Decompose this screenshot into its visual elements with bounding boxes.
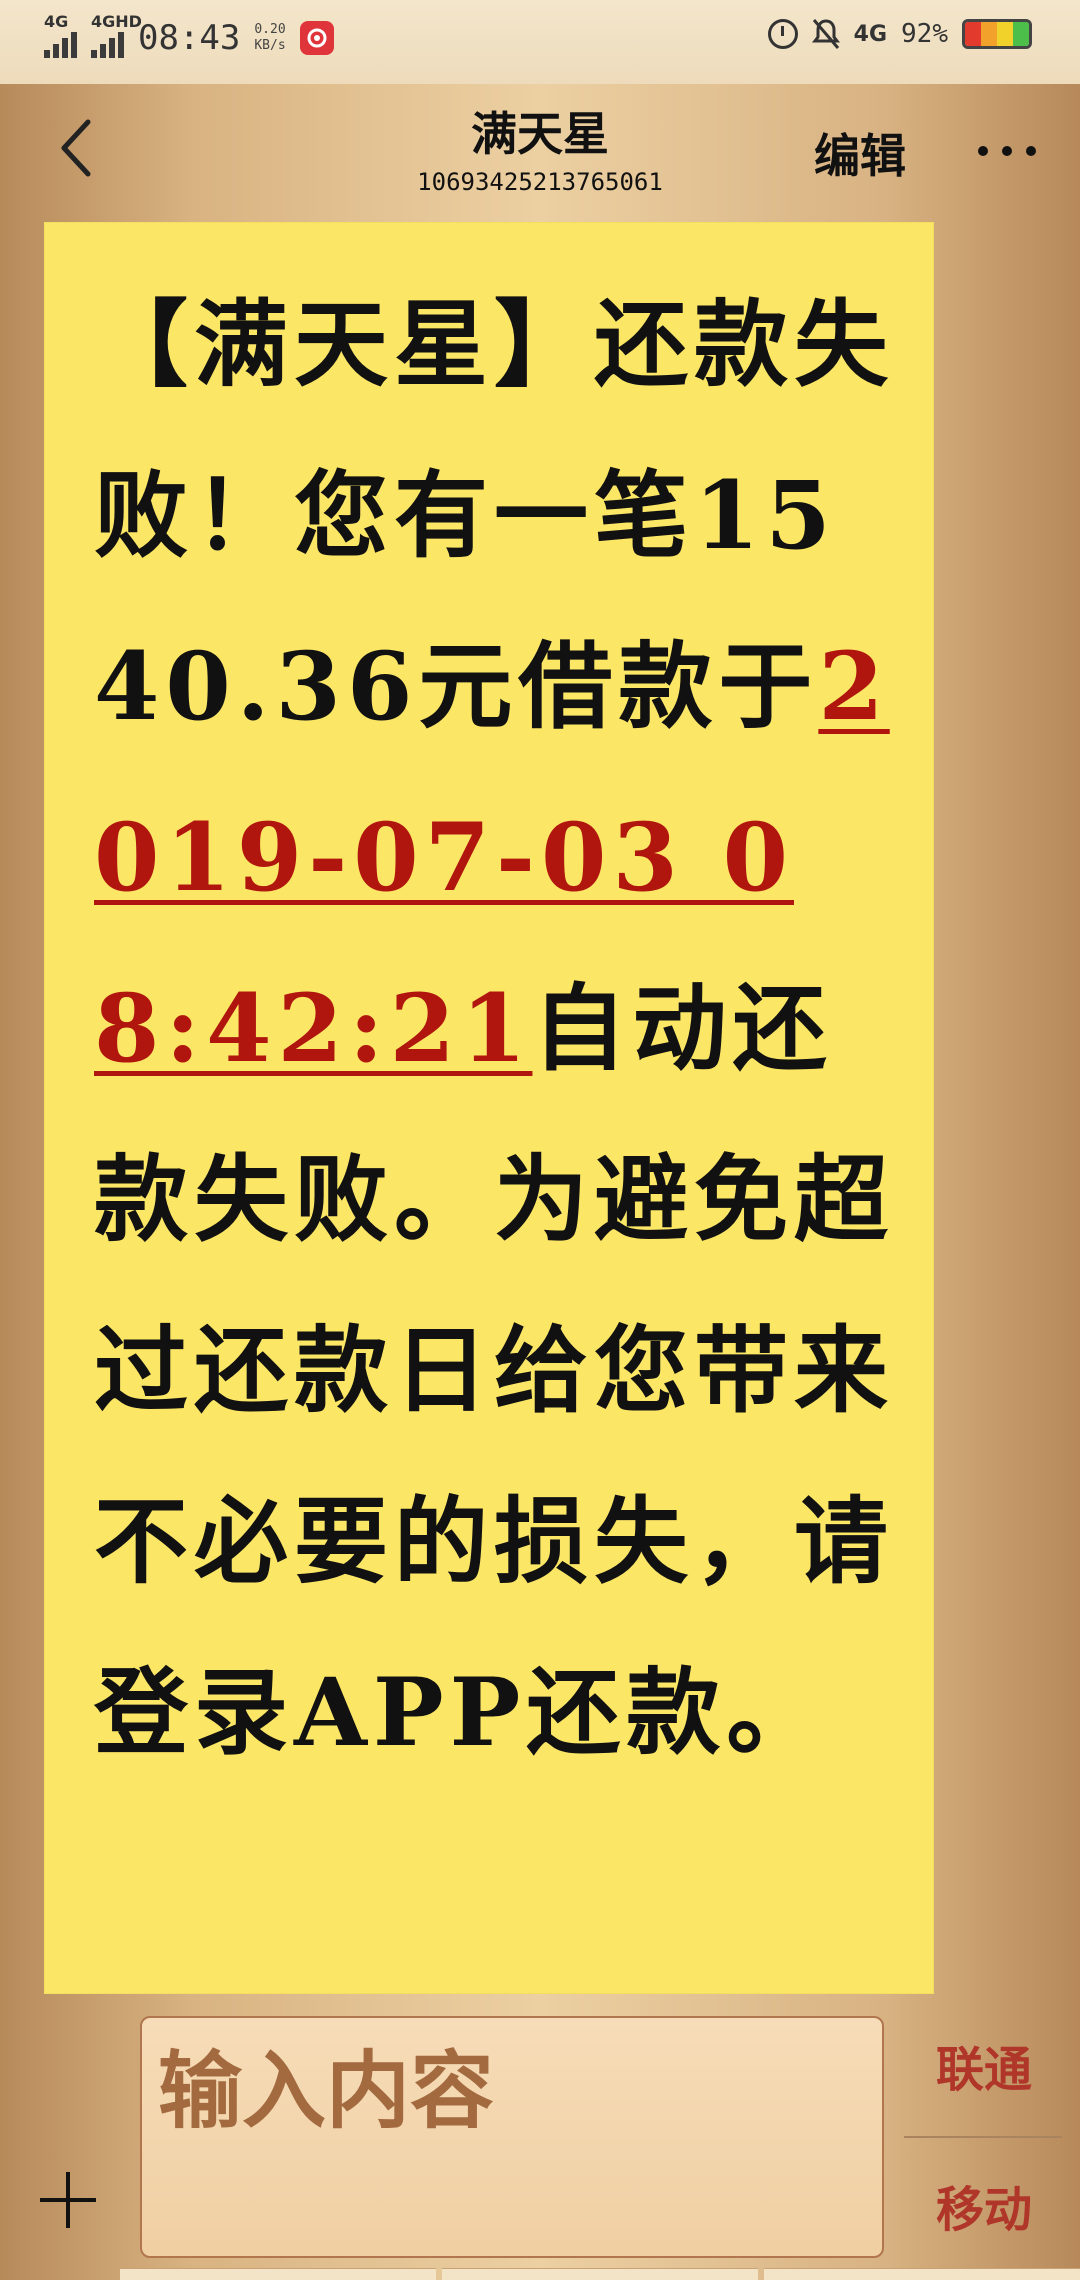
message-input[interactable]	[156, 2034, 860, 2146]
bottom-panel-edge	[120, 2268, 1080, 2280]
battery-icon	[962, 19, 1032, 49]
send-sim2-button[interactable]: 移动	[904, 2170, 1064, 2240]
status-left: 4G 4GHD 08:43 0.20 KB/s	[44, 12, 334, 58]
message-text-part2: 自动还款失败。为避免超过还款日给您带来不必要的损失，请登录APP还款。	[94, 974, 895, 1768]
alarm-icon	[767, 19, 798, 49]
conversation-header: 满天星 1069342521376506​1 编辑	[0, 84, 1080, 214]
battery-percent: 92%	[901, 19, 948, 49]
message-text: 【满天星】还款失败！您有一笔1540.36元借款于2019-07-03 08:4…	[94, 260, 894, 1799]
contact-number: 1069342521376506​1	[417, 168, 663, 196]
more-options-icon[interactable]	[978, 146, 1036, 156]
notification-app-icon	[299, 21, 334, 55]
add-attachment-icon[interactable]	[40, 2172, 96, 2228]
signal-strength-icon-2: 4GHD	[91, 12, 142, 58]
status-time: 08:43	[138, 18, 241, 58]
network-speed-value: 0.20	[254, 22, 286, 37]
network-type-1: 4G	[44, 12, 69, 31]
status-right: 4G 92%	[767, 18, 1032, 50]
message-text-part1: 【满天星】还款失败！您有一笔1540.36元借款于	[94, 290, 895, 742]
signal-strength-icon: 4G	[44, 12, 77, 58]
bell-off-icon	[811, 19, 840, 49]
status-bar: 4G 4GHD 08:43 0.20 KB/s 4G 92%	[0, 0, 1080, 84]
edit-button[interactable]: 编辑	[814, 120, 906, 186]
contact-name: 满天星	[471, 107, 609, 161]
network-type-right: 4G	[853, 21, 888, 47]
sim-divider	[904, 2136, 1062, 2138]
message-bubble: 【满天星】还款失败！您有一笔1540.36元借款于2019-07-03 08:4…	[44, 222, 934, 1994]
network-speed: 0.20 KB/s	[254, 22, 285, 54]
network-type-2: 4GHD	[91, 12, 142, 31]
message-input-box[interactable]	[140, 2016, 884, 2258]
network-speed-unit: KB/s	[254, 38, 286, 53]
send-sim1-button[interactable]: 联通	[904, 2030, 1064, 2100]
